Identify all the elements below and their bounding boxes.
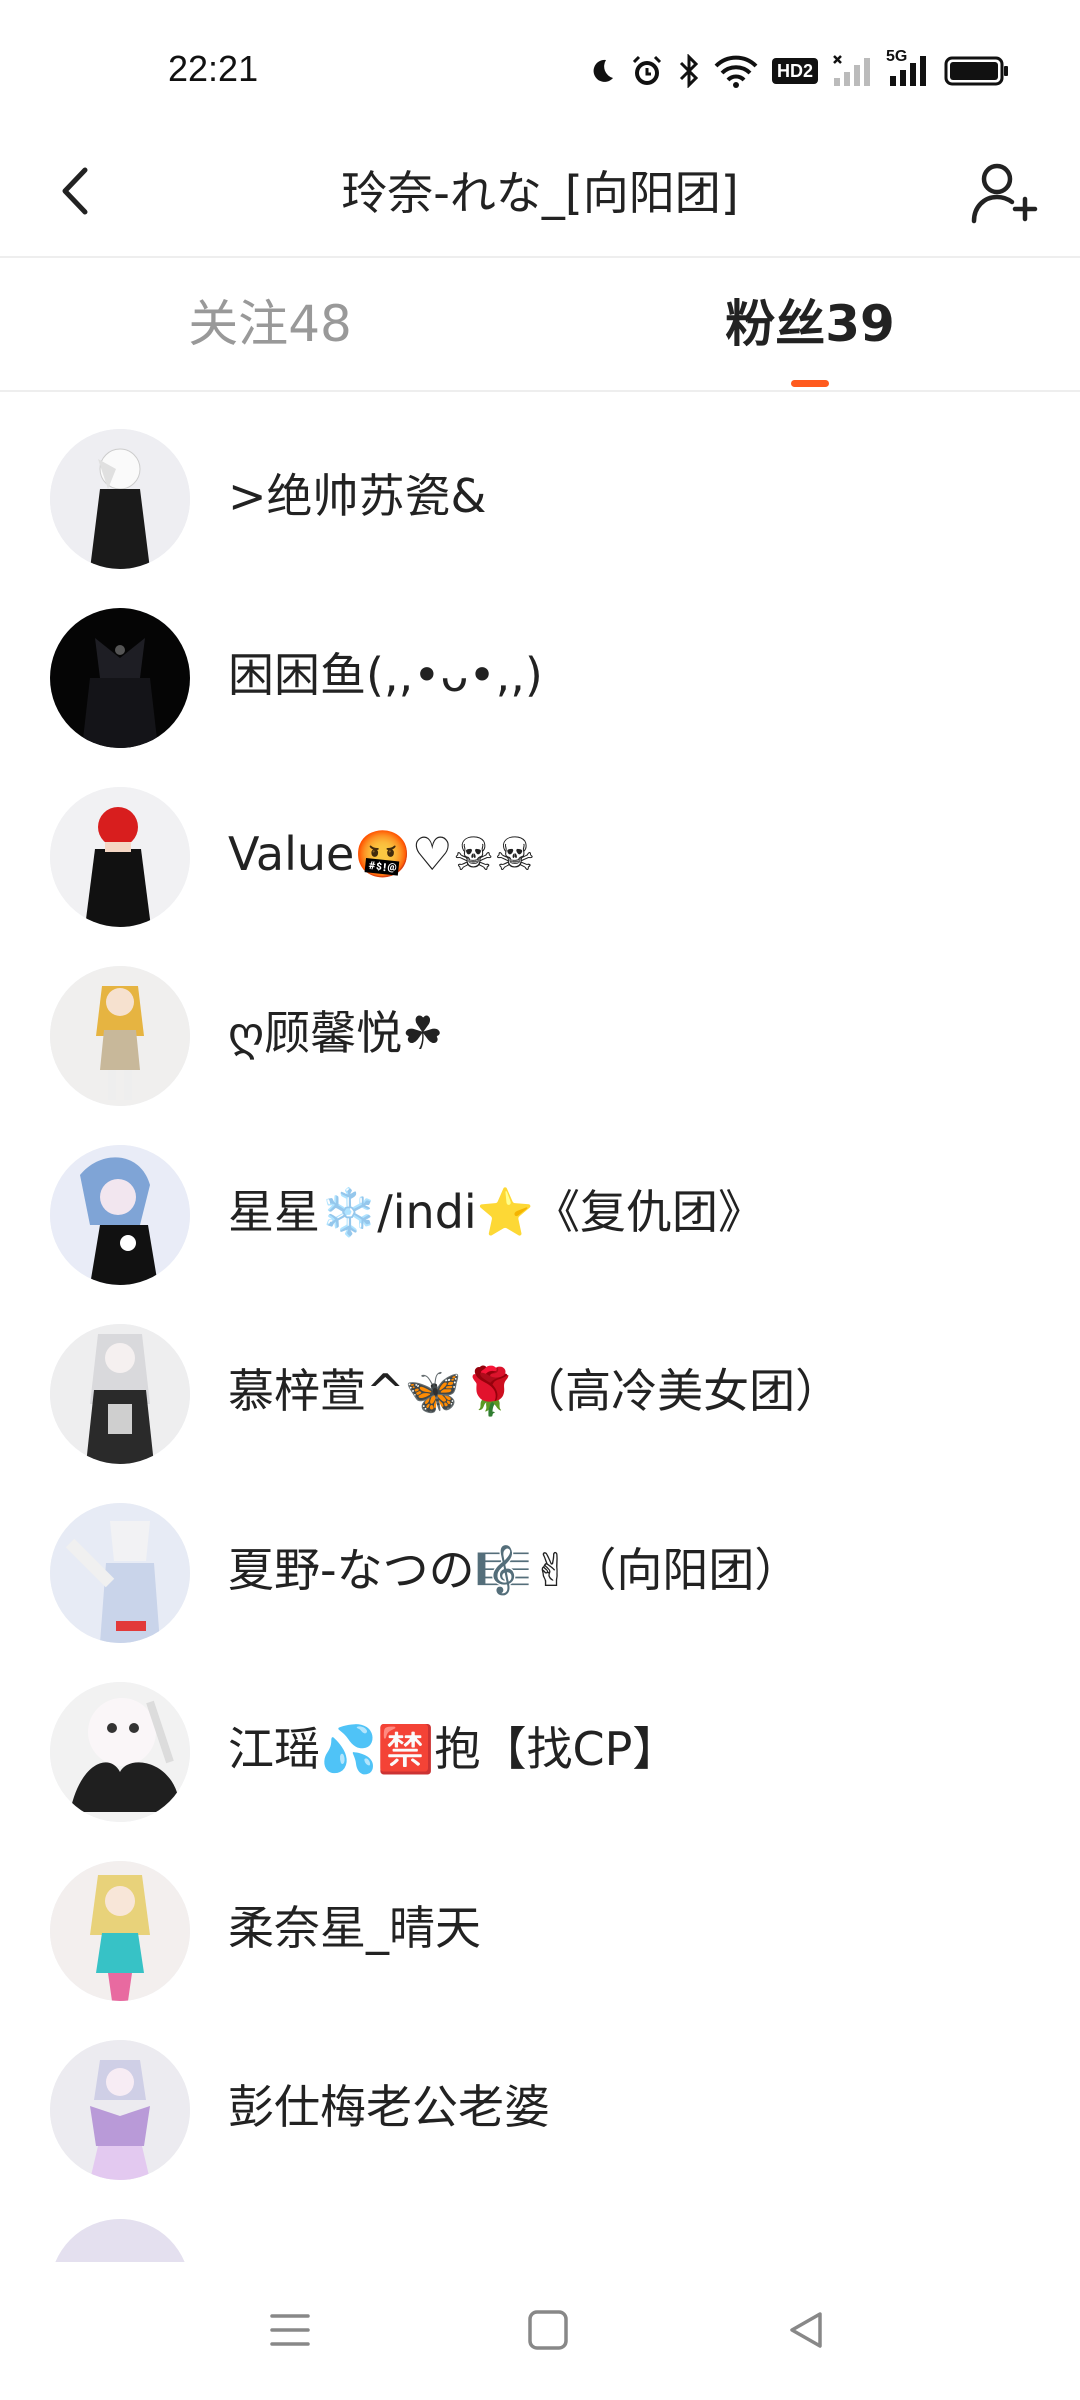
list-item[interactable]: 江瑶💦🈲抱【找CP】 [0, 1645, 1080, 1824]
avatar[interactable] [50, 1682, 190, 1822]
signal-5g-icon: 5G [886, 48, 930, 88]
avatar[interactable] [50, 2040, 190, 2180]
home-square-icon [526, 2308, 570, 2356]
add-user-icon [969, 157, 1039, 231]
back-button[interactable] [40, 158, 110, 228]
menu-icon [268, 2310, 312, 2354]
list-item[interactable]: 柔奈星_晴天 [0, 1824, 1080, 2003]
avatar[interactable] [50, 787, 190, 927]
nav-back-button[interactable] [766, 2292, 846, 2372]
fan-name: 江瑶💦🈲抱【找CP】 [228, 1722, 679, 1776]
fan-name: ღ顾馨悦☘ [228, 1006, 444, 1060]
nav-menu-button[interactable] [250, 2292, 330, 2372]
tab-following-count: 48 [288, 295, 352, 353]
back-triangle-icon [784, 2308, 828, 2356]
moon-icon [586, 56, 616, 86]
avatar[interactable] [50, 429, 190, 569]
list-item[interactable]: >绝帅苏瓷& [0, 392, 1080, 571]
fan-name: >绝帅苏瓷& [228, 469, 487, 523]
page-title: 玲奈-れな_[向阳团] [341, 166, 739, 220]
fan-name: 星星❄️/indi⭐《复仇团》 [228, 1185, 764, 1239]
list-item[interactable]: 星星❄️/indi⭐《复仇团》 [0, 1108, 1080, 1287]
list-item[interactable] [0, 2182, 1080, 2262]
battery-icon [944, 55, 1010, 87]
navigation-bar [0, 2262, 1080, 2400]
list-item[interactable]: 慕梓萱^🦋🌹（高冷美女团） [0, 1287, 1080, 1466]
tab-bar: 关注48 粉丝39 [0, 258, 1080, 392]
nav-home-button[interactable] [508, 2292, 588, 2372]
chevron-left-icon [55, 166, 95, 220]
status-time: 22:21 [168, 48, 259, 89]
active-tab-indicator [791, 380, 829, 387]
tab-following[interactable]: 关注48 [0, 258, 540, 390]
bluetooth-icon [678, 54, 700, 88]
signal-icon [832, 54, 872, 88]
fan-list: >绝帅苏瓷& 困困鱼(,,•ᴗ•,,) Value🤬♡☠☠ ღ顾馨悦☘ 星星❄️… [0, 392, 1080, 2262]
fan-name: 困困鱼(,,•ᴗ•,,) [228, 648, 543, 702]
list-item[interactable]: 困困鱼(,,•ᴗ•,,) [0, 571, 1080, 750]
fan-name: 柔奈星_晴天 [228, 1901, 481, 1955]
status-bar: 22:21 HD2 5G [0, 0, 1080, 130]
avatar[interactable] [50, 1324, 190, 1464]
list-item[interactable]: 彭仕梅老公老婆 [0, 2003, 1080, 2182]
status-icons: HD2 5G [586, 46, 1010, 96]
header: 玲奈-れな_[向阳团] [0, 130, 1080, 258]
list-item[interactable]: ღ顾馨悦☘ [0, 929, 1080, 1108]
tab-following-label: 关注 [188, 295, 289, 353]
tab-fans-label: 粉丝 [725, 295, 826, 353]
tab-fans[interactable]: 粉丝39 [540, 258, 1080, 390]
list-item[interactable]: Value🤬♡☠☠ [0, 750, 1080, 929]
avatar[interactable] [50, 608, 190, 748]
fan-name: 慕梓萱^🦋🌹（高冷美女团） [228, 1364, 842, 1418]
fan-name: Value🤬♡☠☠ [228, 827, 536, 881]
alarm-icon [630, 54, 664, 88]
fan-name: 夏野-なつの🎼✌（向阳团） [228, 1543, 801, 1597]
avatar[interactable] [50, 966, 190, 1106]
wifi-icon [714, 54, 758, 88]
avatar[interactable] [50, 1145, 190, 1285]
avatar[interactable] [50, 1861, 190, 2001]
add-user-button[interactable] [962, 152, 1046, 236]
avatar[interactable] [50, 2219, 190, 2262]
network-label: 5G [886, 48, 908, 65]
avatar[interactable] [50, 1503, 190, 1643]
fan-name: 彭仕梅老公老婆 [228, 2080, 550, 2134]
list-item[interactable]: 夏野-なつの🎼✌（向阳团） [0, 1466, 1080, 1645]
tab-fans-count: 39 [825, 295, 895, 353]
hd-icon: HD2 [771, 58, 818, 84]
